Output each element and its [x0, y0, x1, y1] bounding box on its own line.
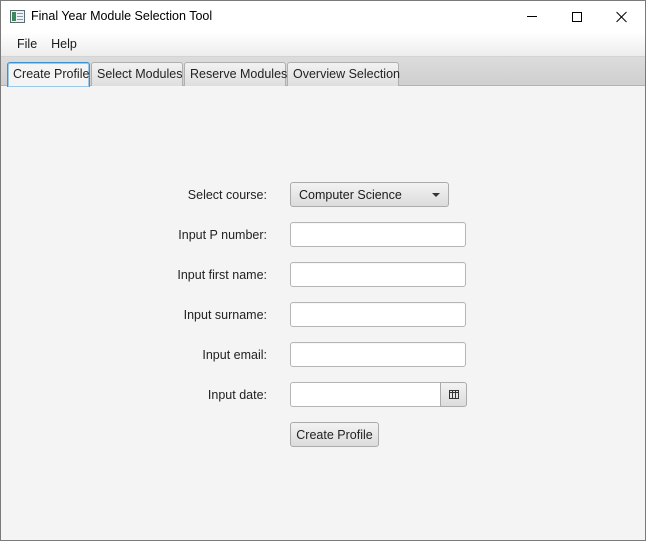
maximize-icon	[572, 11, 582, 22]
date-input[interactable]	[290, 382, 440, 407]
email-input[interactable]	[290, 342, 466, 367]
course-dropdown[interactable]: Computer Science	[290, 182, 449, 207]
menu-file[interactable]: File	[10, 32, 44, 57]
calendar-icon	[448, 390, 459, 399]
date-picker-button[interactable]	[440, 382, 467, 407]
close-button[interactable]	[599, 1, 645, 32]
app-window: Final Year Module Selection Tool File He…	[0, 0, 646, 541]
minimize-button[interactable]	[509, 1, 555, 32]
date-label: Input date:	[207, 388, 267, 402]
course-selected-value: Computer Science	[299, 187, 402, 202]
tab-strip: Create Profile Select Modules Reserve Mo…	[1, 57, 645, 87]
firstname-label: Input first name:	[177, 268, 267, 282]
pnumber-input[interactable]	[290, 222, 466, 247]
tab-create-profile[interactable]: Create Profile	[7, 62, 90, 87]
surname-input[interactable]	[290, 302, 466, 327]
menu-help[interactable]: Help	[44, 32, 84, 57]
window-title: Final Year Module Selection Tool	[31, 9, 213, 23]
course-label: Select course:	[187, 188, 267, 202]
close-icon	[616, 11, 628, 23]
minimize-icon	[527, 16, 537, 17]
firstname-input[interactable]	[290, 262, 466, 287]
app-window-icon	[10, 10, 25, 23]
tab-reserve-modules[interactable]: Reserve Modules	[184, 62, 287, 86]
tab-overview-selection[interactable]: Overview Selection	[287, 62, 400, 86]
title-bar[interactable]: Final Year Module Selection Tool	[1, 1, 645, 32]
create-profile-button[interactable]: Create Profile	[290, 422, 379, 447]
menu-bar: File Help	[1, 32, 645, 57]
maximize-button[interactable]	[554, 1, 600, 32]
pnumber-label: Input P number:	[178, 228, 267, 242]
email-label: Input email:	[202, 348, 267, 362]
surname-label: Input surname:	[183, 308, 267, 322]
chevron-down-icon	[432, 193, 440, 197]
tab-select-modules[interactable]: Select Modules	[91, 62, 183, 86]
